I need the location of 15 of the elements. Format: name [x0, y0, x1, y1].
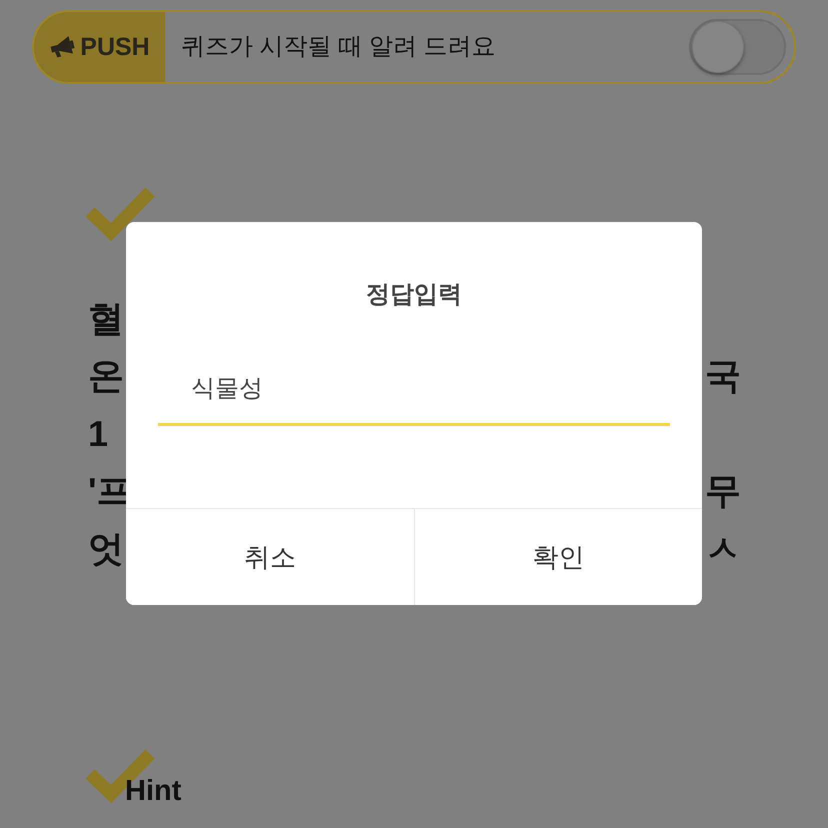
push-message: 퀴즈가 시작될 때 알려 드려요 — [181, 35, 496, 59]
check-icon — [86, 186, 156, 241]
question-text: 혈 — [88, 300, 124, 337]
toggle-switch[interactable] — [689, 19, 786, 75]
question-text: ㅅ — [705, 530, 741, 567]
question-text: 엇 — [88, 530, 124, 567]
question-text: 1 — [88, 416, 108, 452]
hint-title: Hint — [125, 776, 182, 806]
question-text: 국 — [705, 358, 741, 394]
confirm-button[interactable]: 확인 — [414, 509, 702, 605]
dialog-title: 정답입력 — [366, 280, 462, 310]
push-label: PUSH — [80, 34, 150, 60]
megaphone-icon — [49, 36, 76, 58]
question-text: 무 — [705, 473, 741, 510]
question-text: 온 — [88, 358, 124, 394]
